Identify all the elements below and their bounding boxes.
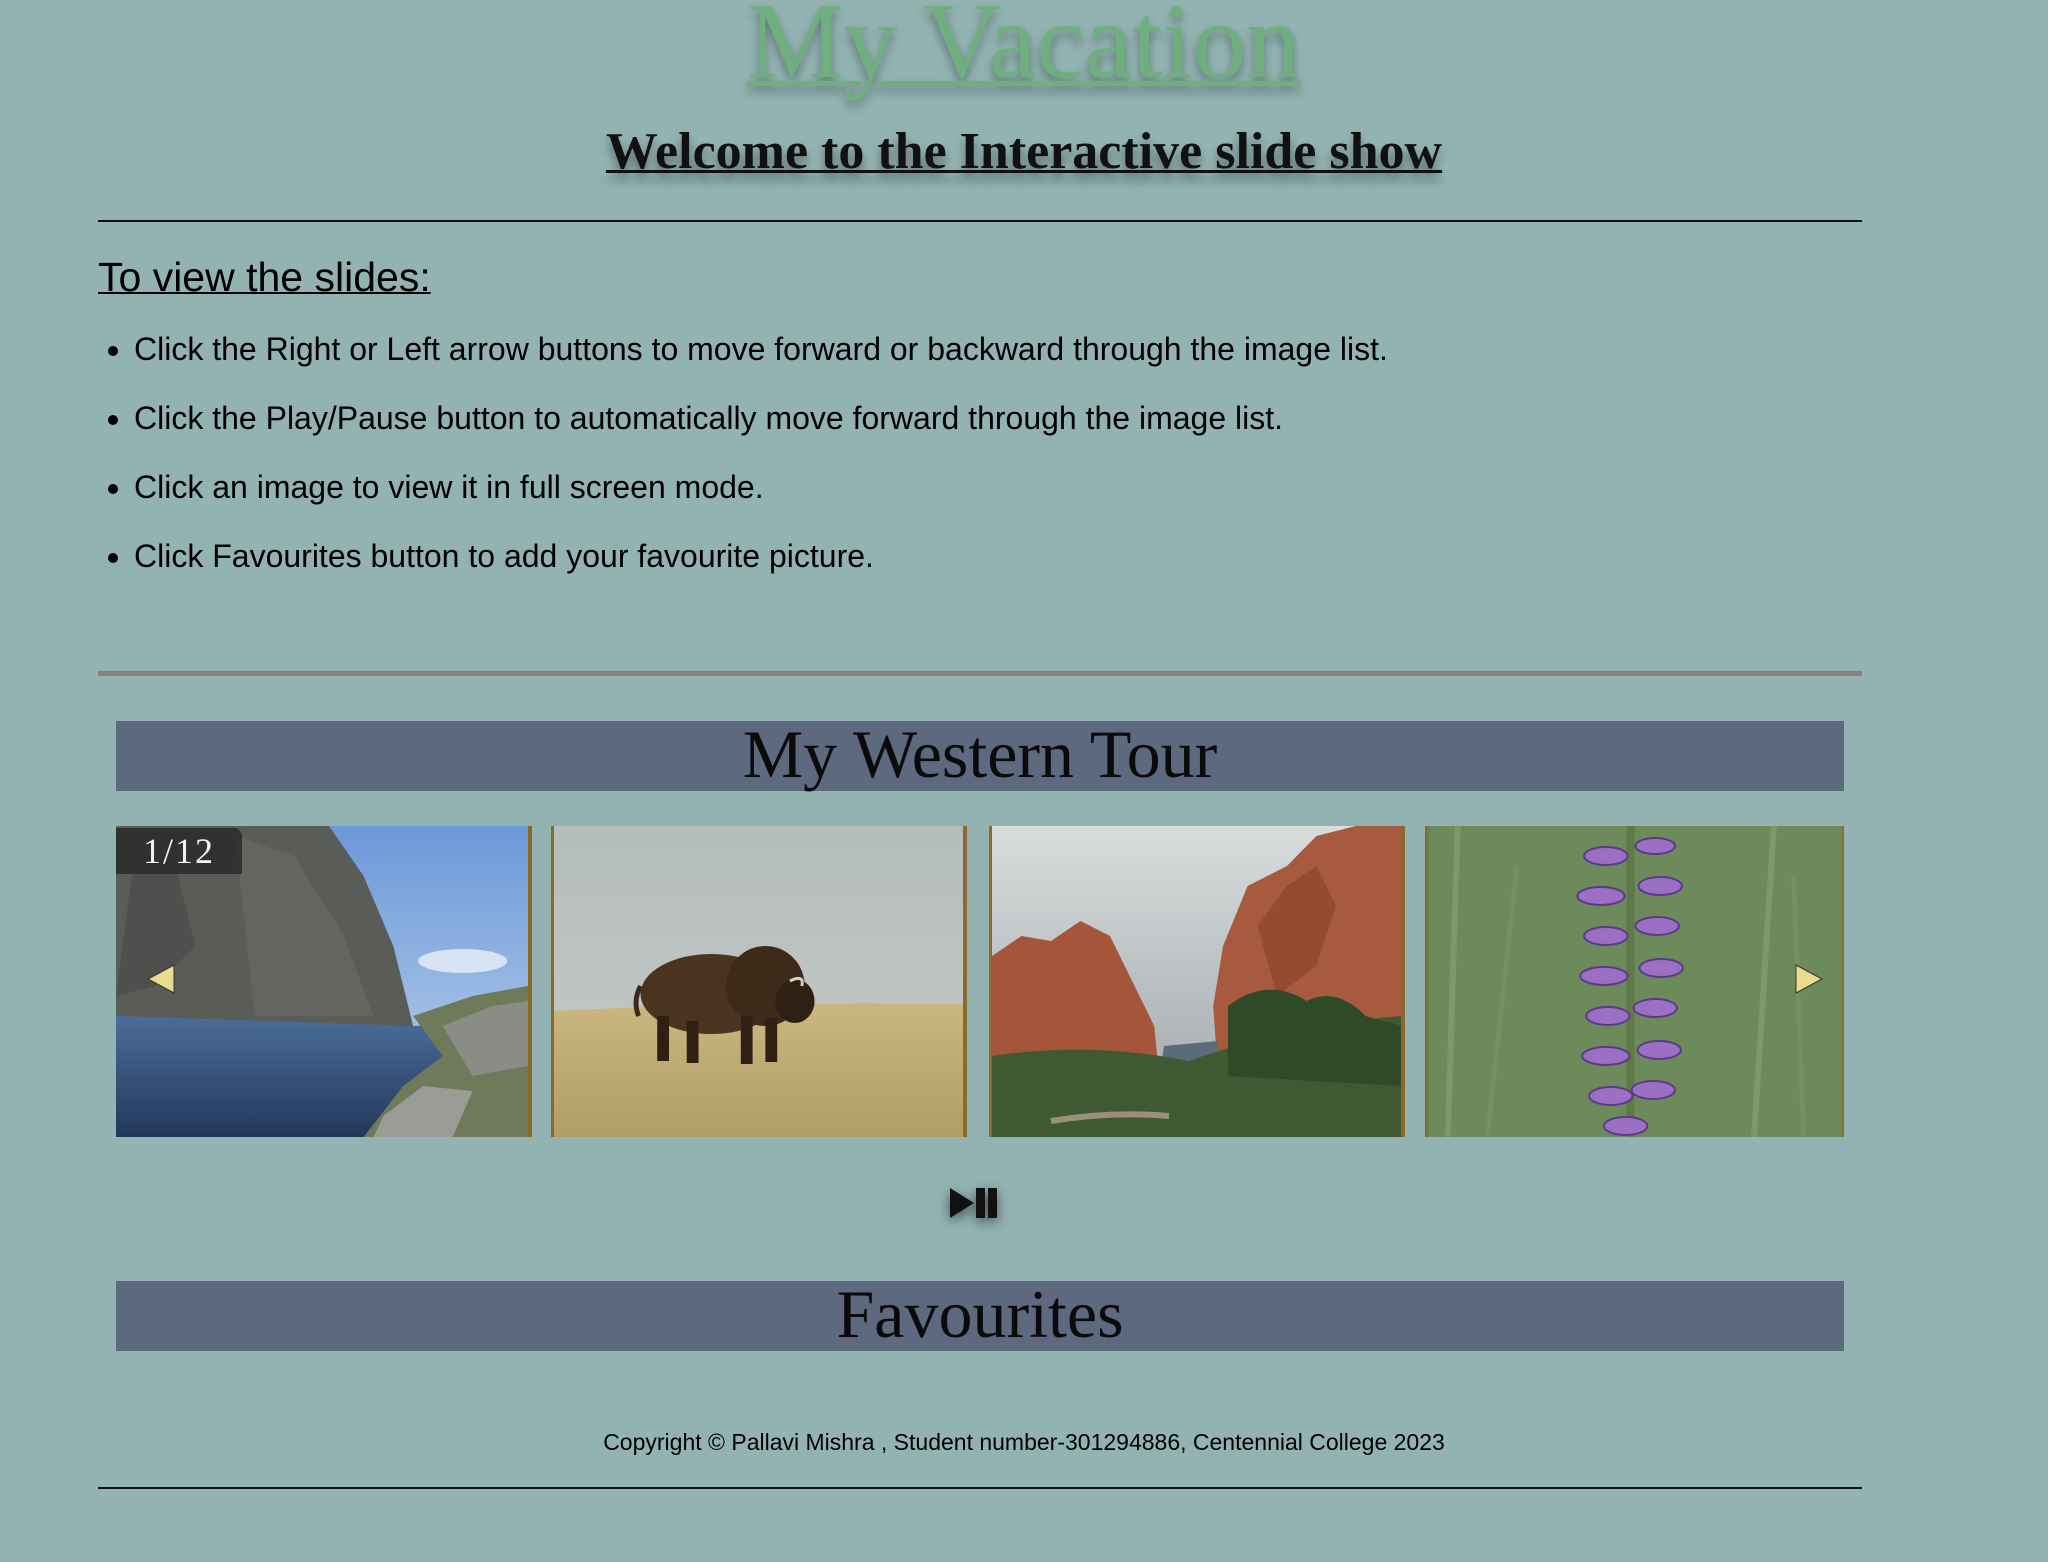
arrow-left-icon[interactable]	[144, 959, 184, 999]
instruction-item: Click the Right or Left arrow buttons to…	[134, 330, 1388, 399]
purple-flower-photo	[1428, 826, 1842, 1137]
page-title: My Vacation	[747, 0, 1301, 101]
slide-bison[interactable]	[551, 826, 967, 1137]
page-subtitle: Welcome to the Interactive slide show	[605, 123, 1443, 180]
divider-top	[98, 220, 1862, 222]
favourites-banner[interactable]: Favourites	[116, 1276, 1844, 1352]
bison-photo	[554, 826, 963, 1137]
instruction-item: Click an image to view it in full screen…	[134, 468, 1388, 537]
arrow-right-icon[interactable]	[1786, 959, 1826, 999]
slideshow-title-banner: My Western Tour	[116, 716, 1844, 792]
divider-middle	[98, 671, 1862, 676]
slideshow-title: My Western Tour	[742, 716, 1218, 792]
instructions-list: Click the Right or Left arrow buttons to…	[98, 330, 1388, 606]
instruction-item: Click the Play/Pause button to automatic…	[134, 399, 1388, 468]
slide-purple-flower[interactable]	[1425, 826, 1844, 1137]
instructions-heading: To view the slides:	[98, 254, 431, 300]
instruction-item: Click Favourites button to add your favo…	[134, 537, 1388, 606]
play-pause-icon[interactable]	[944, 1180, 1002, 1226]
slide-counter: 1/12	[116, 828, 242, 874]
slide-red-rocks[interactable]	[989, 826, 1405, 1137]
copyright-text: Copyright © Pallavi Mishra , Student num…	[603, 1429, 1445, 1455]
slideshow-gallery: 1/12	[116, 826, 1844, 1137]
red-rocks-photo	[992, 826, 1401, 1137]
divider-bottom	[98, 1487, 1862, 1489]
favourites-title: Favourites	[836, 1276, 1124, 1352]
